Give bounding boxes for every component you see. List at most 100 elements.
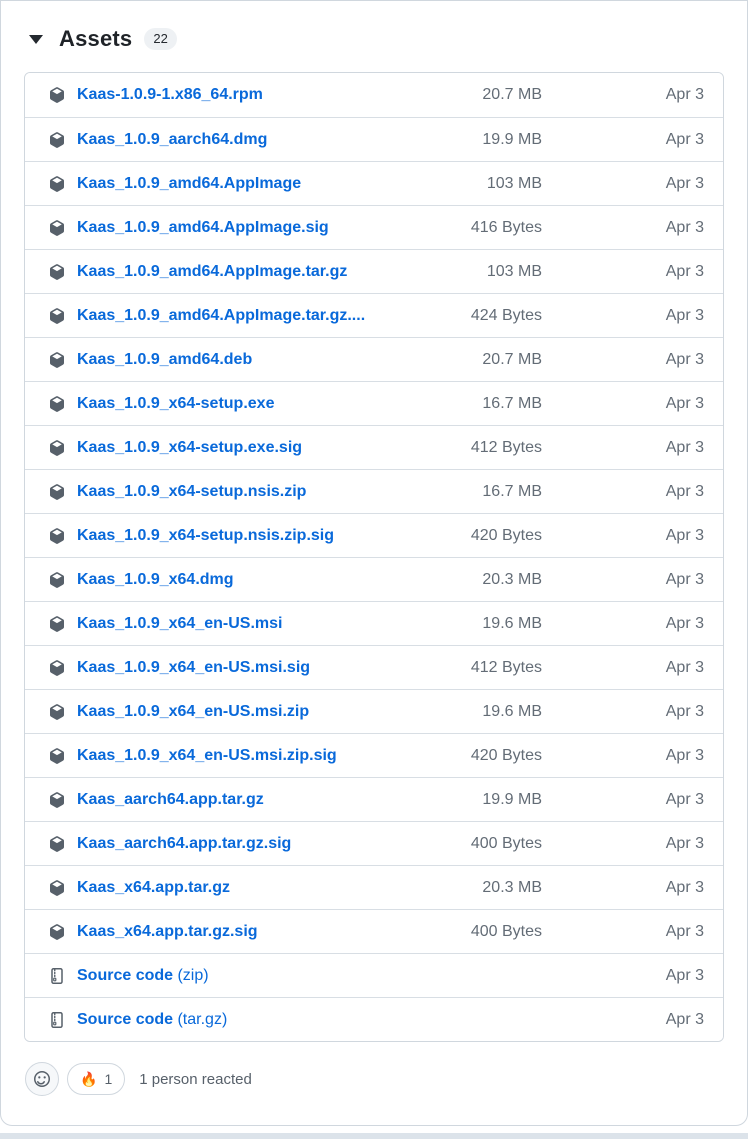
collapse-caret-icon (29, 35, 43, 44)
asset-date: Apr 3 (554, 483, 704, 501)
asset-row: Kaas_x64.app.tar.gz 20.3 MB Apr 3 (25, 865, 723, 909)
asset-download-link[interactable]: Kaas_1.0.9_x64_en-US.msi.zip (77, 703, 470, 721)
assets-title: Assets (59, 26, 132, 52)
asset-download-link[interactable]: Kaas_1.0.9_aarch64.dmg (77, 131, 470, 149)
asset-size: 103 MB (487, 175, 542, 193)
asset-date: Apr 3 (554, 351, 704, 369)
asset-row: Kaas_1.0.9_x64-setup.exe.sig 412 Bytes A… (25, 425, 723, 469)
package-icon (49, 396, 65, 412)
fire-emoji-icon: 🔥 (80, 1072, 97, 1086)
asset-download-link[interactable]: Kaas_1.0.9_x64_en-US.msi.zip.sig (77, 747, 459, 765)
asset-row: Source code (zip) Apr 3 (25, 953, 723, 997)
asset-download-link[interactable]: Kaas_1.0.9_x64-setup.nsis.zip.sig (77, 527, 459, 545)
asset-download-link[interactable]: Kaas_1.0.9_amd64.deb (77, 351, 470, 369)
asset-size: 412 Bytes (471, 659, 542, 677)
asset-download-link[interactable]: Kaas_1.0.9_x64-setup.exe (77, 395, 470, 413)
package-icon (49, 748, 65, 764)
asset-date: Apr 3 (554, 131, 704, 149)
asset-date: Apr 3 (554, 835, 704, 853)
package-icon (49, 704, 65, 720)
asset-download-link[interactable]: Kaas_aarch64.app.tar.gz (77, 791, 470, 809)
package-icon (49, 484, 65, 500)
asset-download-link[interactable]: Source code (zip) (77, 967, 530, 985)
asset-download-link[interactable]: Kaas_1.0.9_x64_en-US.msi (77, 615, 470, 633)
asset-size: 400 Bytes (471, 923, 542, 941)
asset-row: Kaas_x64.app.tar.gz.sig 400 Bytes Apr 3 (25, 909, 723, 953)
asset-download-link[interactable]: Kaas_aarch64.app.tar.gz.sig (77, 835, 459, 853)
package-icon (49, 572, 65, 588)
asset-date: Apr 3 (554, 219, 704, 237)
asset-download-link[interactable]: Kaas_x64.app.tar.gz (77, 879, 470, 897)
add-reaction-button[interactable] (25, 1062, 59, 1096)
asset-download-link[interactable]: Kaas-1.0.9-1.x86_64.rpm (77, 86, 470, 104)
asset-download-link[interactable]: Kaas_1.0.9_amd64.AppImage.tar.gz (77, 263, 475, 281)
asset-row: Kaas_1.0.9_aarch64.dmg 19.9 MB Apr 3 (25, 117, 723, 161)
assets-header-toggle[interactable]: Assets 22 (1, 1, 747, 72)
package-icon (49, 132, 65, 148)
asset-date: Apr 3 (554, 703, 704, 721)
package-icon (49, 836, 65, 852)
asset-size: 16.7 MB (482, 483, 542, 501)
asset-row: Kaas_1.0.9_x64_en-US.msi 19.6 MB Apr 3 (25, 601, 723, 645)
asset-download-link[interactable]: Kaas_1.0.9_amd64.AppImage (77, 175, 475, 193)
asset-download-link[interactable]: Source code (tar.gz) (77, 1011, 530, 1029)
package-icon (49, 264, 65, 280)
asset-download-link[interactable]: Kaas_1.0.9_x64-setup.nsis.zip (77, 483, 470, 501)
next-section-edge (0, 1133, 748, 1139)
asset-download-link[interactable]: Kaas_1.0.9_x64_en-US.msi.sig (77, 659, 459, 677)
asset-row: Kaas_1.0.9_amd64.AppImage.tar.gz.... 424… (25, 293, 723, 337)
asset-date: Apr 3 (554, 1011, 704, 1029)
smiley-icon (34, 1071, 50, 1087)
asset-size: 412 Bytes (471, 439, 542, 457)
asset-download-link[interactable]: Kaas_1.0.9_x64-setup.exe.sig (77, 439, 459, 457)
fire-reaction-pill[interactable]: 🔥 1 (67, 1063, 125, 1095)
asset-row: Kaas_1.0.9_amd64.AppImage.tar.gz 103 MB … (25, 249, 723, 293)
asset-row: Kaas_1.0.9_x64.dmg 20.3 MB Apr 3 (25, 557, 723, 601)
zip-file-icon (49, 1012, 65, 1028)
package-icon (49, 792, 65, 808)
asset-date: Apr 3 (554, 747, 704, 765)
asset-size: 420 Bytes (471, 747, 542, 765)
package-icon (49, 880, 65, 896)
asset-date: Apr 3 (554, 923, 704, 941)
asset-row: Kaas_1.0.9_x64_en-US.msi.zip.sig 420 Byt… (25, 733, 723, 777)
asset-row: Kaas_1.0.9_x64-setup.exe 16.7 MB Apr 3 (25, 381, 723, 425)
asset-download-link[interactable]: Kaas_x64.app.tar.gz.sig (77, 923, 459, 941)
asset-row: Kaas_1.0.9_amd64.AppImage 103 MB Apr 3 (25, 161, 723, 205)
package-icon (49, 87, 65, 103)
asset-row: Kaas_1.0.9_x64-setup.nsis.zip 16.7 MB Ap… (25, 469, 723, 513)
reactions-bar: 🔥 1 1 person reacted (1, 1042, 747, 1096)
package-icon (49, 352, 65, 368)
asset-size: 20.3 MB (482, 571, 542, 589)
asset-row: Kaas_1.0.9_x64-setup.nsis.zip.sig 420 By… (25, 513, 723, 557)
asset-size: 19.6 MB (482, 703, 542, 721)
asset-date: Apr 3 (554, 615, 704, 633)
asset-date: Apr 3 (554, 659, 704, 677)
fire-reaction-count: 1 (104, 1071, 112, 1087)
asset-date: Apr 3 (554, 263, 704, 281)
package-icon (49, 528, 65, 544)
asset-download-link[interactable]: Kaas_1.0.9_amd64.AppImage.tar.gz.... (77, 307, 459, 325)
asset-date: Apr 3 (554, 791, 704, 809)
asset-size: 424 Bytes (471, 307, 542, 325)
asset-date: Apr 3 (554, 175, 704, 193)
asset-date: Apr 3 (554, 879, 704, 897)
assets-list: Kaas-1.0.9-1.x86_64.rpm 20.7 MB Apr 3 Ka… (24, 72, 724, 1042)
asset-size: 103 MB (487, 263, 542, 281)
asset-row: Kaas-1.0.9-1.x86_64.rpm 20.7 MB Apr 3 (25, 73, 723, 117)
asset-size: 19.9 MB (482, 791, 542, 809)
asset-size: 400 Bytes (471, 835, 542, 853)
asset-size: 19.6 MB (482, 615, 542, 633)
asset-date: Apr 3 (554, 967, 704, 985)
reaction-summary: 1 person reacted (139, 1071, 252, 1088)
asset-row: Kaas_1.0.9_x64_en-US.msi.zip 19.6 MB Apr… (25, 689, 723, 733)
asset-row: Source code (tar.gz) Apr 3 (25, 997, 723, 1041)
asset-size: 19.9 MB (482, 131, 542, 149)
asset-size: 420 Bytes (471, 527, 542, 545)
asset-download-link[interactable]: Kaas_1.0.9_x64.dmg (77, 571, 470, 589)
asset-date: Apr 3 (554, 307, 704, 325)
package-icon (49, 176, 65, 192)
asset-size: 16.7 MB (482, 395, 542, 413)
asset-date: Apr 3 (554, 395, 704, 413)
asset-download-link[interactable]: Kaas_1.0.9_amd64.AppImage.sig (77, 219, 459, 237)
